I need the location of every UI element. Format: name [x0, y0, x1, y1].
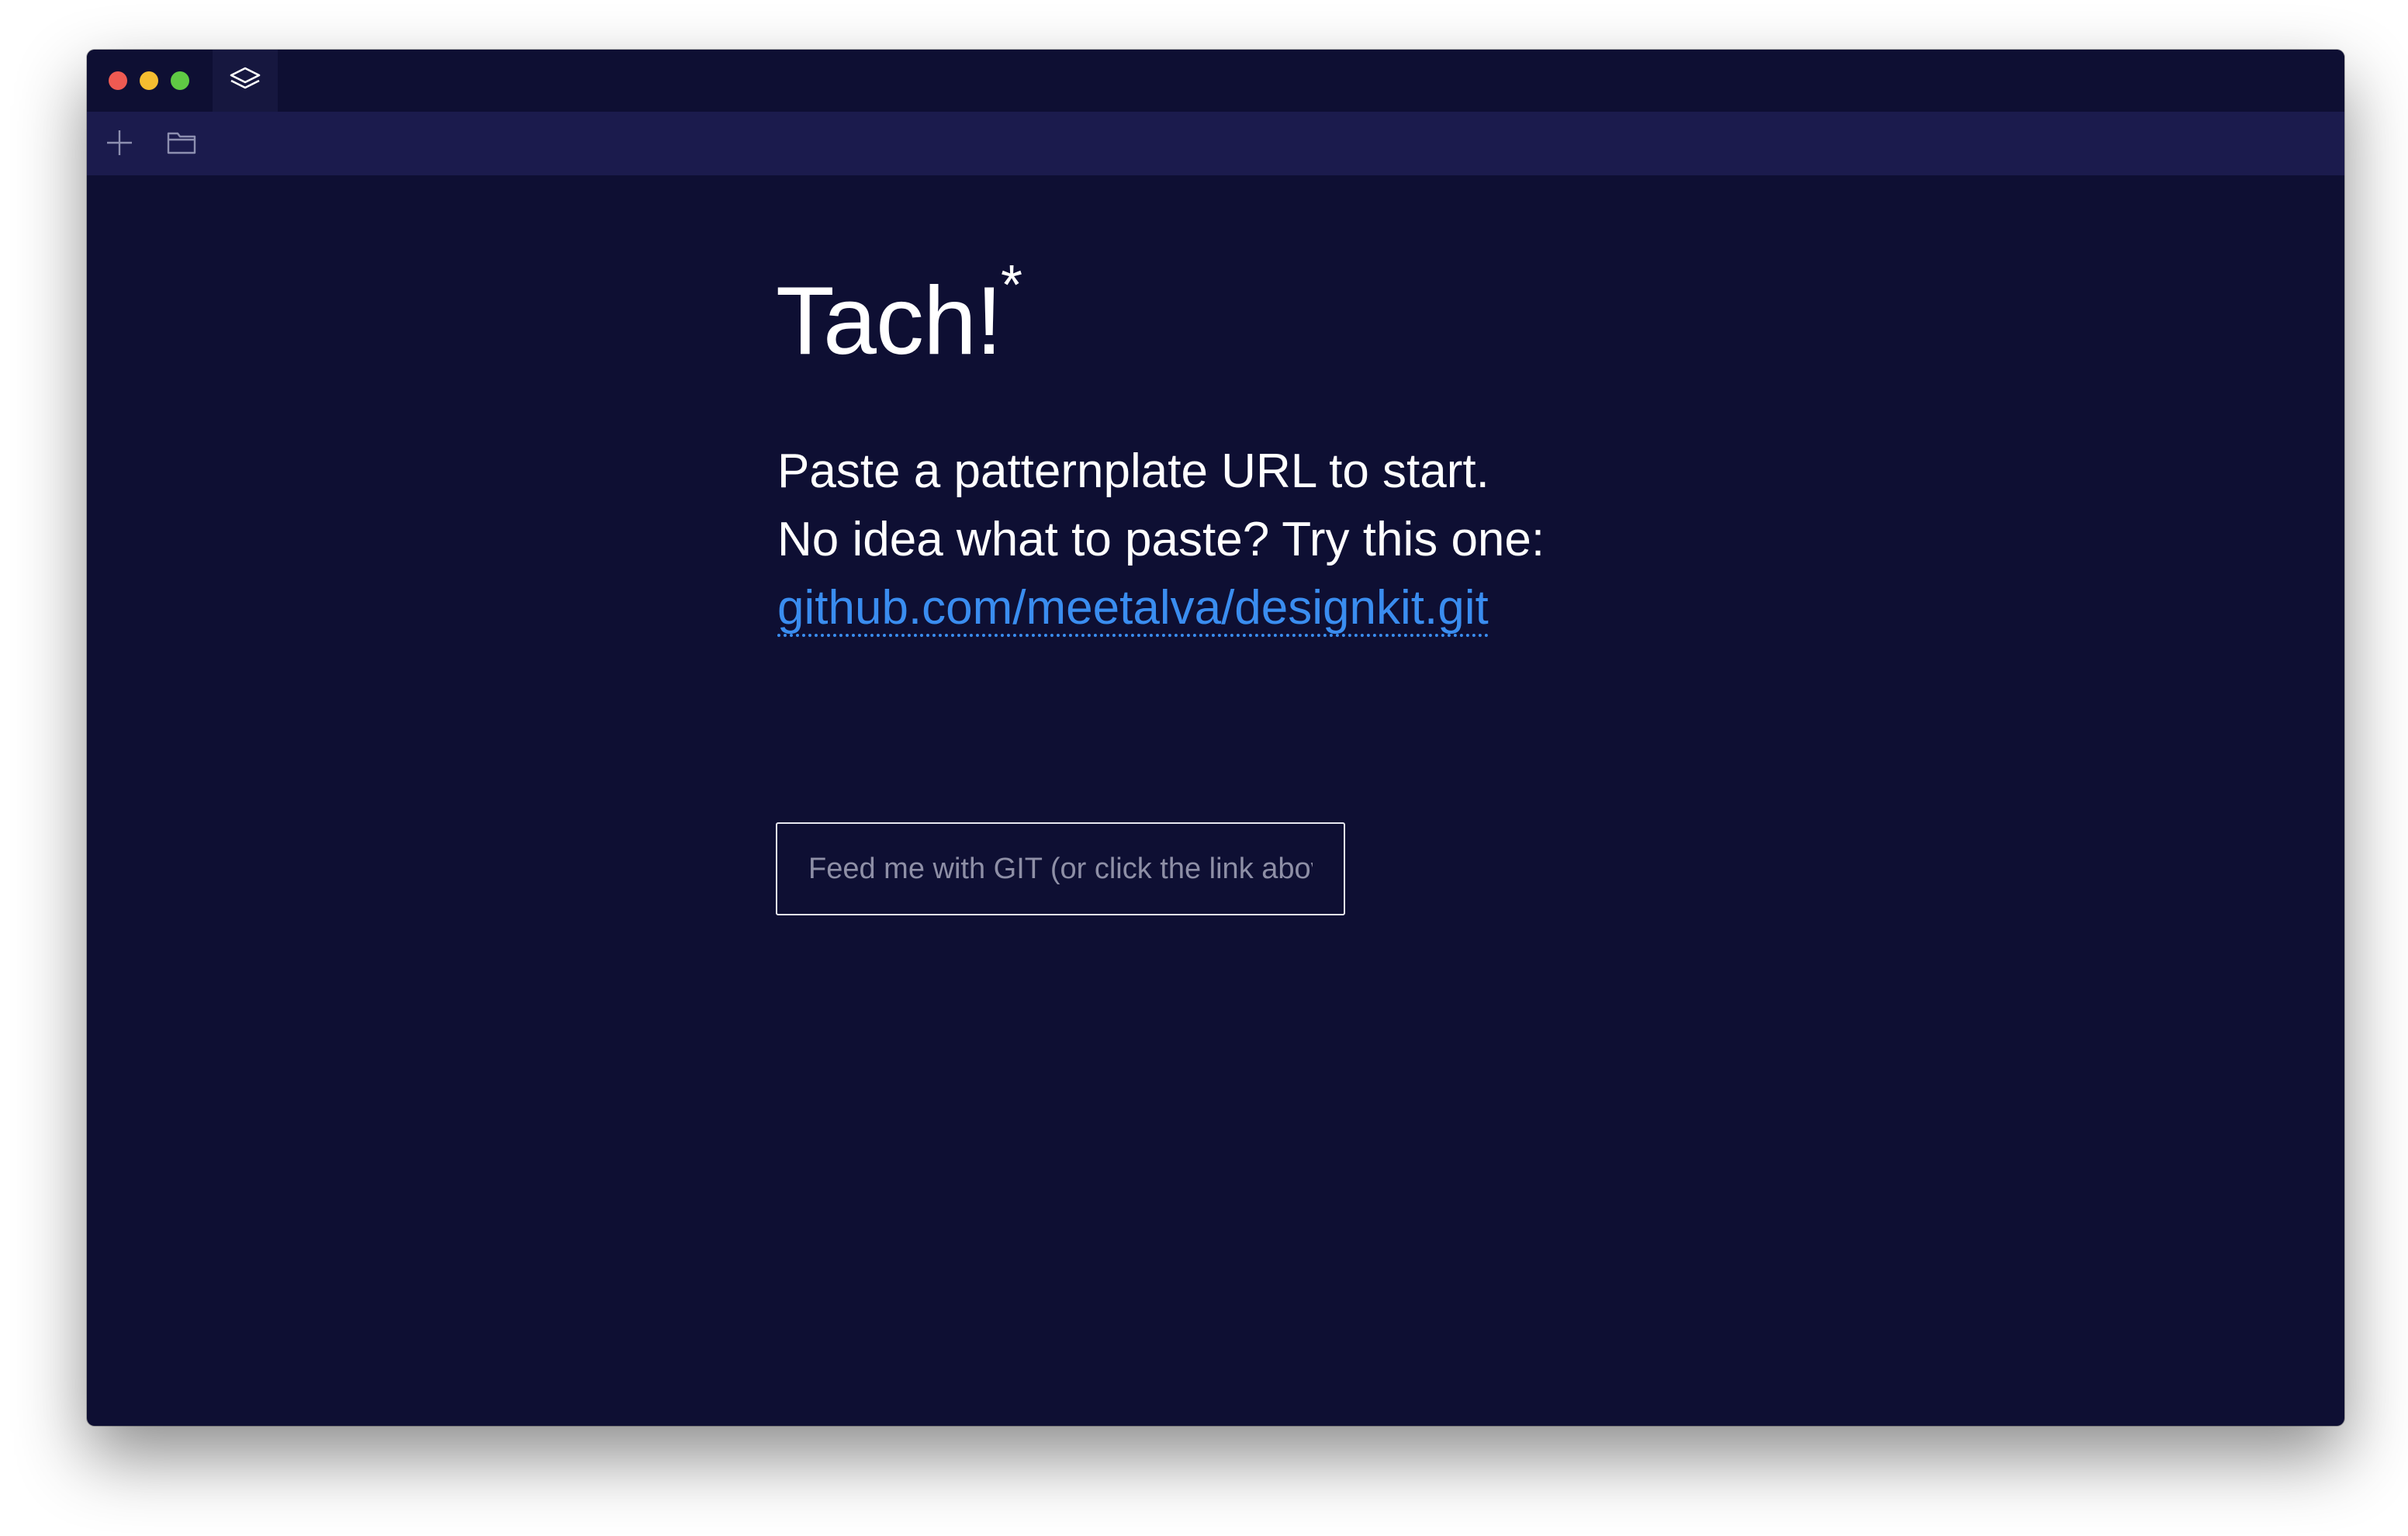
title-area: Tach! *: [776, 213, 1862, 369]
example-repo-link[interactable]: github.com/meetalva/designkit.git: [777, 583, 1489, 637]
git-url-input[interactable]: [776, 822, 1345, 915]
maximize-window-button[interactable]: [171, 71, 189, 90]
open-folder-button[interactable]: [164, 127, 199, 161]
title-asterisk: *: [1001, 254, 1023, 317]
example-link-line: github.com/meetalva/designkit.git: [777, 574, 1545, 642]
folder-icon: [167, 130, 196, 159]
app-window: Tach! * Paste a patternplate URL to star…: [87, 50, 2344, 1426]
close-window-button[interactable]: [109, 71, 127, 90]
page-title: Tach!: [776, 268, 1002, 375]
minimize-window-button[interactable]: [140, 71, 158, 90]
instructions: Paste a patternplate URL to start. No id…: [777, 438, 1545, 642]
plus-icon: [106, 129, 133, 161]
toolbar: [87, 112, 2344, 175]
title-bar: [87, 50, 2344, 112]
layers-icon: [229, 66, 261, 96]
new-button[interactable]: [102, 127, 137, 161]
tab-project[interactable]: [213, 50, 278, 112]
instruction-line-1: Paste a patternplate URL to start.: [777, 445, 1489, 498]
instruction-line-2: No idea what to paste? Try this one:: [777, 513, 1545, 566]
welcome-panel: Tach! * Paste a patternplate URL to star…: [776, 213, 1862, 915]
